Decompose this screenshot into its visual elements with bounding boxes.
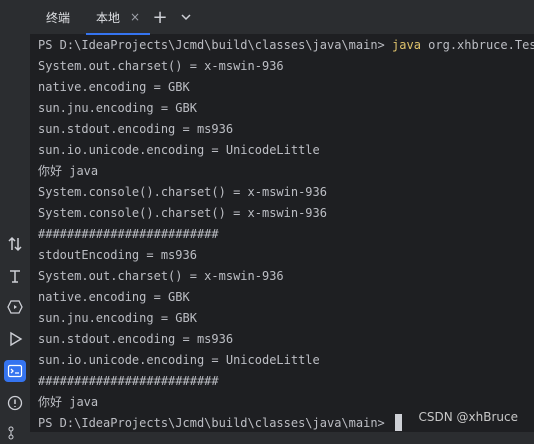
output-line: sun.jnu.encoding = GBK [38, 101, 197, 115]
prompt-line: PS D:\IdeaProjects\Jcmd\build\classes\ja… [38, 35, 534, 56]
chevron-down-icon[interactable] [175, 6, 197, 28]
output-line: sun.stdout.encoding = ms936 [38, 122, 234, 136]
command-text: java [392, 38, 421, 52]
run-icon[interactable] [4, 328, 26, 350]
tab-local-label: 本地 [96, 10, 121, 25]
output-line: 你好 java [38, 164, 99, 178]
text-format-icon[interactable] [4, 265, 26, 287]
output-line: native.encoding = GBK [38, 290, 190, 304]
output-line: sun.io.unicode.encoding = UnicodeLittle [38, 143, 320, 157]
tab-local[interactable]: 本地 × [86, 0, 151, 35]
text-cursor [395, 414, 403, 431]
output-line: native.encoding = GBK [38, 80, 190, 94]
terminal-output[interactable]: PS D:\IdeaProjects\Jcmd\build\classes\ja… [31, 35, 534, 432]
output-line: sun.jnu.encoding = GBK [38, 311, 197, 325]
watermark: CSDN @xhBruce [418, 410, 519, 424]
output-line: System.console().charset() = x-mswin-936 [38, 185, 327, 199]
output-line: 你好 java [38, 395, 99, 409]
terminal-tab-bar: 终端 本地 × + [30, 0, 534, 35]
tab-terminal[interactable]: 终端 [46, 0, 70, 34]
add-tab-button[interactable]: + [149, 6, 171, 28]
sort-icon[interactable] [4, 233, 26, 255]
output-line: System.console().charset() = x-mswin-936 [38, 206, 327, 220]
prompt-text: PS D:\IdeaProjects\Jcmd\build\classes\ja… [38, 38, 393, 52]
final-prompt-line: PS D:\IdeaProjects\Jcmd\build\classes\ja… [38, 413, 403, 434]
output-line: sun.stdout.encoding = ms936 [38, 332, 234, 346]
output-line: System.out.charset() = x-mswin-936 [38, 59, 284, 73]
output-line: System.out.charset() = x-mswin-936 [38, 269, 284, 283]
left-tool-bar [0, 0, 31, 440]
tab-terminal-label: 终端 [46, 10, 71, 25]
terminal-icon[interactable] [4, 360, 26, 382]
output-line: stdoutEncoding = ms936 [38, 248, 197, 262]
close-icon[interactable]: × [130, 10, 140, 24]
git-icon[interactable] [4, 422, 26, 444]
output-line: ######################### [38, 227, 219, 241]
output-line: sun.io.unicode.encoding = UnicodeLittle [38, 353, 320, 367]
final-prompt-text: PS D:\IdeaProjects\Jcmd\build\classes\ja… [38, 416, 393, 430]
problems-icon[interactable] [4, 392, 26, 414]
command-args: org.xhbruce.Test [420, 38, 534, 52]
output-line: ######################### [38, 374, 219, 388]
services-icon[interactable] [4, 296, 26, 318]
